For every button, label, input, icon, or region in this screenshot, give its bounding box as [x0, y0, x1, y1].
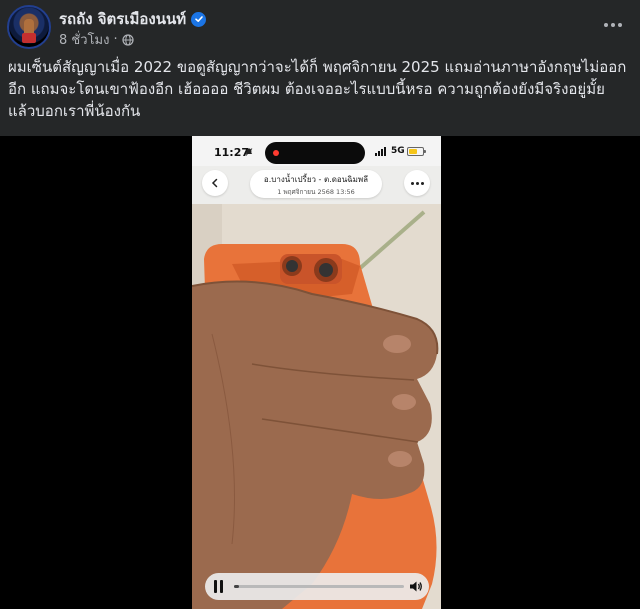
phone-top-bar: อ.บางน้ำเปรี้ยว - ต.ดอนฉิมพลี 1 พฤศจิกาย… [192, 166, 441, 204]
post-header: รถถัง จิตรเมืองนนท์ 8 ชั่วโมง · [0, 0, 640, 52]
battery-icon [407, 147, 426, 156]
video-progress-fill [234, 585, 240, 588]
post-timestamp[interactable]: 8 ชั่วโมง [59, 29, 109, 50]
video-frame-hand-holding-phone [192, 204, 441, 609]
avatar[interactable] [7, 5, 51, 49]
verified-icon [191, 11, 207, 27]
phone-screen-recording: 11:27 5G อ.บางน้ำเปรี้ยว - ต.ดอนฉิมพลี 1… [192, 136, 441, 609]
post-meta: 8 ชั่วโมง · [59, 29, 134, 50]
phone-more-button [404, 170, 430, 196]
recording-dot-icon [273, 150, 279, 156]
meta-separator: · [113, 32, 118, 47]
video-controls[interactable] [205, 573, 429, 600]
globe-icon [121, 33, 134, 46]
video-progress-bar[interactable] [234, 585, 404, 588]
post-text: ผมเซ็นต์สัญญาเมื่อ 2022 ขอดูสัญญากว่าจะไ… [8, 58, 627, 120]
phone-status-bar: 11:27 5G [192, 136, 441, 166]
more-options-button[interactable] [598, 10, 628, 40]
author-name[interactable]: รถถัง จิตรเมืองนนท์ [59, 7, 186, 31]
author-row: รถถัง จิตรเมืองนนท์ [59, 7, 207, 31]
network-type: 5G [391, 146, 405, 156]
dynamic-island [265, 142, 365, 164]
more-icon [604, 23, 608, 27]
location-title: อ.บางน้ำเปรี้ยว - ต.ดอนฉิมพลี [263, 175, 369, 184]
battery-level [409, 149, 417, 154]
signal-icon [375, 147, 386, 156]
video-player[interactable]: 11:27 5G อ.บางน้ำเปรี้ยว - ต.ดอนฉิมพลี 1… [0, 136, 640, 609]
pause-icon [214, 580, 217, 593]
location-date: 1 พฤศจิกายน 2568 13:56 [277, 188, 355, 196]
volume-icon[interactable] [408, 579, 423, 594]
back-icon [211, 178, 218, 188]
bell-icon [245, 148, 253, 156]
back-button [202, 170, 228, 196]
phone-time: 11:27 [214, 146, 250, 159]
pause-button[interactable] [214, 580, 226, 593]
location-stamp: อ.บางน้ำเปรี้ยว - ต.ดอนฉิมพลี 1 พฤศจิกาย… [250, 170, 382, 198]
